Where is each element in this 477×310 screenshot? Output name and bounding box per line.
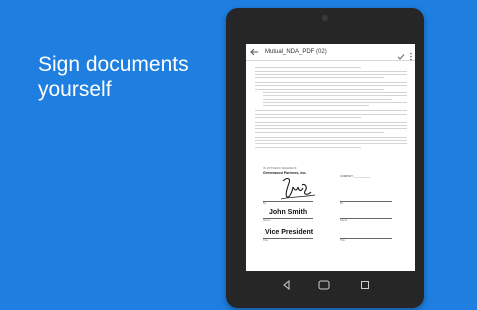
title-row: Vice President Title: Title:: [263, 225, 405, 245]
camera-icon: [322, 15, 328, 21]
document-paragraph: [255, 82, 407, 107]
document-paragraph: [255, 67, 407, 79]
nav-recents-icon[interactable]: [360, 277, 370, 295]
counterparty-label: COMPANY: ___________: [340, 175, 371, 178]
check-icon[interactable]: [397, 48, 405, 60]
name-row: John Smith Name: Name:: [263, 205, 405, 225]
counterparty-title-label: Title:: [340, 239, 346, 242]
document-paragraph: [255, 121, 407, 133]
headline-line-1: Sign documents: [38, 53, 189, 76]
document-paragraph: [255, 110, 407, 118]
arrow-left-icon[interactable]: [250, 47, 260, 57]
more-vert-icon[interactable]: [409, 48, 413, 61]
name-label: Name:: [263, 219, 271, 222]
signature-line: [263, 201, 313, 202]
signer-name[interactable]: John Smith: [269, 209, 307, 216]
document-body: [246, 61, 415, 156]
title-line: [263, 238, 313, 239]
witness-label: IN WITNESS WHEREOF: [263, 166, 297, 170]
title-label: Title:: [263, 239, 269, 242]
nav-back-icon[interactable]: [282, 277, 292, 295]
document-title: Mutual_NDA_PDF (02): [265, 49, 327, 55]
headline: Sign documents yourself: [38, 52, 218, 102]
document-paragraph: [255, 136, 407, 148]
nav-home-icon[interactable]: [318, 277, 330, 295]
counterparty-name-label: Name:: [340, 219, 348, 222]
signature-block: IN WITNESS WHEREOF Greenwood Partners, I…: [263, 166, 405, 245]
signature-row: By: COMPANY: ___________ By:: [263, 175, 405, 205]
app-screen: Mutual_NDA_PDF (02) IN WITNESS WHEREOF G…: [246, 44, 415, 271]
signer-title[interactable]: Vice President: [265, 229, 313, 236]
system-nav-bar: [226, 271, 424, 297]
counterparty-title-line[interactable]: [340, 238, 392, 239]
headline-line-2: yourself: [38, 78, 112, 101]
app-bar: Mutual_NDA_PDF (02): [246, 44, 415, 61]
handwritten-signature[interactable]: [277, 175, 317, 201]
counterparty-signature-line[interactable]: [340, 201, 392, 202]
